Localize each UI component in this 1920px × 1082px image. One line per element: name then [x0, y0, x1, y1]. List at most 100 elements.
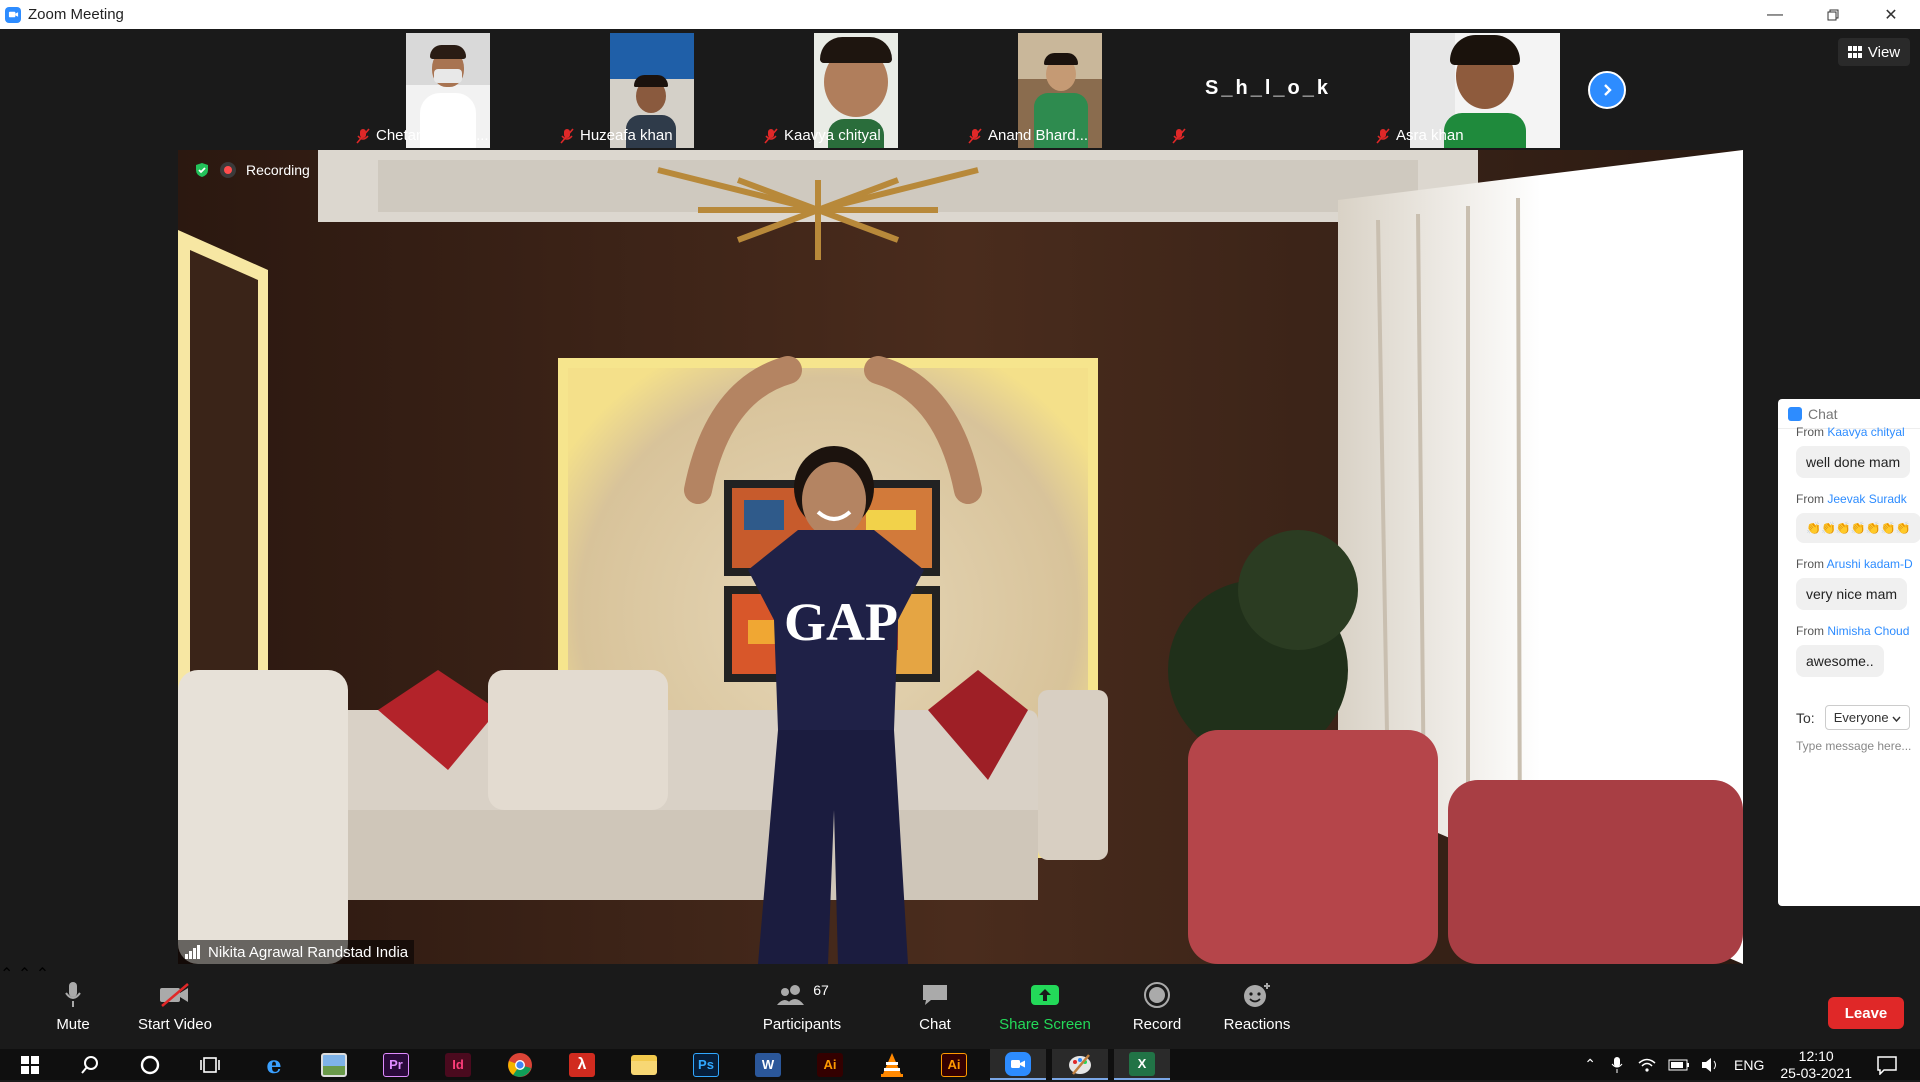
- reactions-label: Reactions: [1223, 1016, 1291, 1033]
- participant-tile[interactable]: Kaavya chityal: [758, 29, 962, 148]
- taskbar-app-illustrator[interactable]: Ai: [806, 1049, 854, 1080]
- participant-name: Asra khan: [1396, 127, 1464, 144]
- taskbar-app-illustrator[interactable]: Ai: [930, 1049, 978, 1080]
- record-button[interactable]: Record: [1122, 964, 1192, 1049]
- windows-logo-icon: [21, 1055, 39, 1074]
- chat-recipient-select[interactable]: Everyone: [1824, 705, 1911, 730]
- word-icon: W: [755, 1052, 781, 1077]
- cortana-button[interactable]: [126, 1049, 174, 1080]
- indesign-icon: Id: [445, 1052, 471, 1077]
- view-button[interactable]: View: [1838, 38, 1910, 66]
- input-language[interactable]: ENG: [1734, 1057, 1764, 1073]
- chat-label: Chat: [919, 1016, 951, 1033]
- signal-strength-icon: [185, 945, 200, 959]
- participant-gallery-strip: Chetan J Rand... Huzeafa khan Kaavya chi…: [350, 29, 1574, 148]
- participants-icon: [777, 985, 805, 1005]
- participant-tile[interactable]: Asra khan: [1370, 29, 1574, 148]
- next-page-arrow-button[interactable]: [1588, 71, 1626, 109]
- taskbar-app-photoshop[interactable]: Ps: [682, 1049, 730, 1080]
- participant-name: Anand Bhard...: [988, 127, 1089, 144]
- system-tray: ⌃ ENG 12:10 25-03-2021: [1584, 1048, 1920, 1082]
- record-label: Record: [1132, 1016, 1182, 1033]
- grid-icon: [1847, 46, 1862, 58]
- participant-name: Huzeafa khan: [580, 127, 673, 144]
- minimize-button[interactable]: —: [1746, 0, 1804, 29]
- muted-mic-icon: [764, 127, 778, 144]
- view-label: View: [1867, 43, 1901, 61]
- battery-icon[interactable]: [1668, 1059, 1690, 1071]
- taskbar-app-edge[interactable]: e: [250, 1049, 298, 1080]
- show-hidden-icons-chevron-icon[interactable]: ⌃: [1584, 1056, 1596, 1073]
- chat-button[interactable]: Chat: [900, 964, 970, 1049]
- chat-message-sender: From Nimisha Choud: [1796, 624, 1910, 638]
- chat-app-icon: [1788, 406, 1802, 421]
- taskbar-app-excel[interactable]: X: [1114, 1049, 1170, 1080]
- start-video-label: Start Video: [138, 1016, 212, 1033]
- cortana-circle-icon: [140, 1055, 160, 1074]
- speaker-name: Nikita Agrawal Randstad India: [208, 943, 409, 961]
- window-title: Zoom Meeting: [28, 6, 124, 23]
- clock-date: 25-03-2021: [1780, 1064, 1852, 1081]
- taskbar-app-premiere-pro[interactable]: Pr: [372, 1049, 420, 1080]
- recording-indicator: Recording: [194, 162, 310, 178]
- participant-tile[interactable]: Anand Bhard...: [962, 29, 1166, 148]
- taskbar-app-vlc[interactable]: [868, 1049, 916, 1080]
- leave-meeting-button[interactable]: Leave: [1828, 997, 1904, 1029]
- participant-tile[interactable]: Huzeafa khan: [554, 29, 758, 148]
- zoom-icon: [1005, 1051, 1031, 1076]
- taskbar-app-word[interactable]: W: [744, 1049, 792, 1080]
- clock-time: 12:10: [1798, 1047, 1834, 1064]
- task-view-button[interactable]: [186, 1049, 234, 1080]
- chat-message-bubble: well done mam: [1796, 446, 1911, 478]
- start-video-button[interactable]: Start Video: [130, 964, 220, 1049]
- chat-message-input[interactable]: Type message here...: [1796, 739, 1911, 753]
- search-icon: [81, 1055, 98, 1074]
- edge-icon: e: [266, 1050, 282, 1079]
- illustrator-icon: Ai: [817, 1052, 843, 1077]
- chat-bubble-icon: [923, 985, 947, 1005]
- chat-panel: Chat From Kaavya chityal well done mam F…: [1778, 399, 1920, 906]
- chat-message-sender: From Arushi kadam-D: [1796, 557, 1913, 571]
- system-clock[interactable]: 12:10 25-03-2021: [1780, 1048, 1852, 1082]
- close-button[interactable]: ✕: [1862, 0, 1920, 29]
- taskbar-app-paint[interactable]: [1052, 1049, 1108, 1080]
- photos-icon: [321, 1052, 347, 1077]
- participant-name: Chetan J Rand...: [376, 127, 489, 144]
- video-options-caret-icon[interactable]: ⌃: [18, 966, 31, 983]
- participants-count: 67: [813, 982, 829, 998]
- taskbar-app-photos[interactable]: [310, 1049, 358, 1080]
- participant-tile[interactable]: Chetan J Rand...: [350, 29, 554, 148]
- recording-label: Recording: [246, 162, 310, 178]
- volume-icon[interactable]: [1700, 1057, 1720, 1073]
- illustrator-icon: Ai: [941, 1052, 967, 1077]
- chevron-down-icon: [1892, 716, 1901, 723]
- taskbar-app-zoom[interactable]: [990, 1049, 1046, 1080]
- paint-palette-icon: [1069, 1053, 1091, 1075]
- speaker-video-feed: GAP: [178, 150, 1743, 964]
- chevron-right-icon: [1604, 84, 1612, 96]
- tray-microphone-icon[interactable]: [1610, 1056, 1624, 1074]
- start-button[interactable]: [6, 1049, 54, 1080]
- video-off-icon: [160, 983, 189, 1007]
- notifications-icon[interactable]: [1876, 1055, 1898, 1075]
- taskbar-app-indesign[interactable]: Id: [434, 1049, 482, 1080]
- mute-button[interactable]: Mute: [38, 964, 108, 1049]
- wifi-icon[interactable]: [1638, 1057, 1656, 1073]
- taskbar-app-acrobat[interactable]: λ: [558, 1049, 606, 1080]
- muted-mic-icon: [1172, 128, 1186, 144]
- muted-mic-icon: [968, 127, 982, 144]
- record-icon: [1144, 982, 1170, 1008]
- participant-initials: S_h_l_o_k: [1205, 77, 1331, 99]
- vlc-cone-icon: [881, 1052, 903, 1077]
- reactions-smiley-icon: [1244, 983, 1270, 1007]
- taskbar-app-file-explorer[interactable]: [620, 1049, 668, 1080]
- share-screen-button[interactable]: Share Screen: [995, 964, 1095, 1049]
- restore-button[interactable]: [1804, 0, 1862, 29]
- reactions-button[interactable]: Reactions: [1217, 964, 1297, 1049]
- taskbar-app-chrome[interactable]: [496, 1049, 544, 1080]
- audio-options-caret-icon[interactable]: ⌃: [0, 966, 13, 983]
- participant-tile[interactable]: S_h_l_o_k: [1166, 29, 1370, 148]
- task-view-icon: [200, 1056, 220, 1073]
- search-button[interactable]: [66, 1049, 114, 1080]
- participants-button[interactable]: 67 Participants: [752, 964, 852, 1049]
